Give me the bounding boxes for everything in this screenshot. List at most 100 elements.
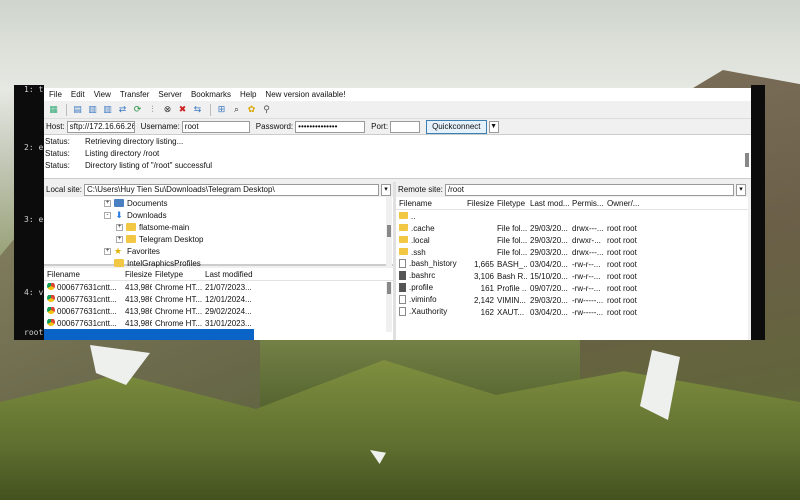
toggle-remote-tree-icon[interactable]: ▥ bbox=[101, 103, 114, 116]
remote-file-list[interactable]: Filename Filesize Filetype Last mod... P… bbox=[396, 197, 748, 340]
password-input[interactable]: •••••••••••••• bbox=[295, 120, 366, 133]
file-icon bbox=[399, 271, 406, 280]
menu-new-version[interactable]: New version available! bbox=[265, 90, 345, 99]
file-modified: 12/01/2024... bbox=[205, 294, 252, 304]
file-modified: 03/04/20... bbox=[530, 307, 568, 317]
port-label: Port: bbox=[371, 122, 389, 131]
file-owner: root root bbox=[607, 223, 637, 233]
expander-icon[interactable]: + bbox=[116, 223, 123, 231]
terminal-line: root bbox=[24, 328, 44, 337]
menu-bookmarks[interactable]: Bookmarks bbox=[191, 90, 231, 99]
column-filename[interactable]: Filename bbox=[44, 270, 122, 279]
local-path-dropdown-icon[interactable]: ▾ bbox=[381, 183, 391, 196]
expander-icon[interactable]: + bbox=[116, 235, 123, 243]
column-permissions[interactable]: Permis... bbox=[569, 199, 604, 208]
remote-file-row[interactable]: .ssh File fol... 29/03/20... drwx---... root… bbox=[396, 246, 748, 258]
expander-icon[interactable]: - bbox=[104, 211, 111, 219]
tree-scroll-thumb[interactable] bbox=[387, 225, 391, 237]
compare-icon[interactable]: ⌕ bbox=[230, 103, 243, 116]
menu-file[interactable]: File bbox=[49, 90, 62, 99]
port-input[interactable] bbox=[390, 120, 421, 133]
remote-path-input[interactable]: /root bbox=[444, 183, 734, 196]
log-text: Retrieving directory listing... bbox=[85, 137, 184, 146]
search-icon[interactable]: ⚲ bbox=[260, 103, 273, 116]
message-log[interactable]: Status: Retrieving directory listing... … bbox=[44, 135, 751, 179]
column-filetype[interactable]: Filetype bbox=[494, 199, 527, 208]
local-file-row[interactable]: 000677631cntt... 413,986 Chrome HT... 31… bbox=[44, 317, 393, 329]
column-filesize[interactable]: Filesize bbox=[464, 199, 494, 208]
expander-icon[interactable]: + bbox=[104, 247, 111, 255]
local-file-row[interactable]: 000677631cntt... 413,986 Chrome HT... 12… bbox=[44, 293, 393, 305]
username-input[interactable]: root bbox=[181, 120, 250, 133]
local-path-input[interactable]: C:\Users\Huy Tien Su\Downloads\Telegram … bbox=[84, 183, 379, 196]
folder-icon bbox=[399, 211, 408, 220]
quickconnect-button[interactable]: Quickconnect bbox=[426, 119, 487, 134]
local-list-scrollbar[interactable] bbox=[386, 282, 392, 332]
column-filesize[interactable]: Filesize bbox=[122, 270, 152, 279]
toggle-tree-icon[interactable]: ▥ bbox=[86, 103, 99, 116]
column-last-modified[interactable]: Last modified bbox=[202, 270, 262, 279]
refresh-icon[interactable]: ⟳ bbox=[131, 103, 144, 116]
file-modified: 31/01/2023... bbox=[205, 318, 252, 328]
tree-item-downloads[interactable]: - ⬇ Downloads bbox=[104, 209, 167, 221]
file-type: Chrome HT... bbox=[155, 294, 202, 304]
column-last-modified[interactable]: Last mod... bbox=[527, 199, 569, 208]
file-icon bbox=[399, 295, 406, 304]
reconnect-icon[interactable]: ⇆ bbox=[191, 103, 204, 116]
local-list-scroll-thumb[interactable] bbox=[387, 282, 391, 294]
remote-file-row[interactable]: .bashrc 3,106 Bash R... 15/10/20... -rw-r--.… bbox=[396, 270, 748, 282]
folder-icon bbox=[114, 199, 124, 207]
process-queue-icon[interactable]: ⫶ bbox=[146, 103, 159, 116]
file-owner: root root bbox=[607, 283, 637, 293]
menu-view[interactable]: View bbox=[94, 90, 111, 99]
tree-item-label: flatsome-main bbox=[139, 222, 190, 232]
remote-path-dropdown-icon[interactable]: ▾ bbox=[736, 183, 746, 196]
tree-item-documents[interactable]: + Documents bbox=[104, 197, 167, 209]
toggle-log-icon[interactable]: ▤ bbox=[71, 103, 84, 116]
tree-item-flatsome-main[interactable]: + flatsome-main bbox=[116, 221, 189, 233]
file-owner: root root bbox=[607, 235, 637, 245]
quickconnect-bar: Host: sftp://172.16.66.26 Username: root… bbox=[44, 119, 751, 135]
tree-item-favorites[interactable]: + ★ Favorites bbox=[104, 245, 160, 257]
site-manager-icon[interactable]: ▦ bbox=[47, 103, 60, 116]
file-size: 413,986 bbox=[125, 318, 152, 328]
terminal-line: 4: v bbox=[24, 288, 44, 297]
tree-item-telegram-desktop[interactable]: + Telegram Desktop bbox=[116, 233, 203, 245]
file-modified: 03/04/20... bbox=[530, 259, 568, 269]
terminal-window[interactable]: 1: t 2: e 3: e 4: v root bbox=[14, 85, 44, 340]
quickconnect-dropdown-icon[interactable]: ▼ bbox=[488, 120, 499, 133]
remote-file-row[interactable]: .profile 161 Profile ... 09/07/20... -rw-r--… bbox=[396, 282, 748, 294]
remote-file-row[interactable]: .. bbox=[396, 210, 748, 222]
filter-icon[interactable]: ⊞ bbox=[215, 103, 228, 116]
toggle-queue-icon[interactable]: ⇄ bbox=[116, 103, 129, 116]
log-row: Status: Listing directory /root bbox=[45, 149, 751, 161]
local-file-row[interactable]: 000677631cntt... 413,986 Chrome HT... 29… bbox=[44, 305, 393, 317]
local-tree[interactable]: + Documents - ⬇ Downloads + flatsome-mai… bbox=[44, 197, 393, 268]
local-file-row[interactable]: 000677631cntt... 413,986 Chrome HT... 21… bbox=[44, 281, 393, 293]
menu-transfer[interactable]: Transfer bbox=[120, 90, 150, 99]
column-filetype[interactable]: Filetype bbox=[152, 270, 202, 279]
log-scrollbar[interactable] bbox=[745, 153, 749, 167]
file-modified: 29/03/20... bbox=[530, 235, 568, 245]
menu-server[interactable]: Server bbox=[158, 90, 182, 99]
host-input[interactable]: sftp://172.16.66.26 bbox=[66, 120, 135, 133]
remote-file-row[interactable]: .cache File fol... 29/03/20... drwx---... ro… bbox=[396, 222, 748, 234]
remote-file-row[interactable]: .Xauthority 162 XAUT... 03/04/20... -rw-----… bbox=[396, 306, 748, 318]
cancel-icon[interactable]: ⊗ bbox=[161, 103, 174, 116]
remote-file-row[interactable]: .local File fol... 29/03/20... drwxr-... roo… bbox=[396, 234, 748, 246]
disconnect-icon[interactable]: ✖ bbox=[176, 103, 189, 116]
file-type: BASH_... bbox=[497, 259, 527, 269]
menu-help[interactable]: Help bbox=[240, 90, 256, 99]
remote-file-row[interactable]: .viminfo 2,142 VIMIN... 29/03/20... -rw-----… bbox=[396, 294, 748, 306]
file-name: 000677631cntt... bbox=[57, 318, 117, 328]
column-filename[interactable]: Filename bbox=[396, 199, 464, 208]
local-file-list[interactable]: Filename Filesize Filetype Last modified… bbox=[44, 268, 393, 340]
expander-icon[interactable]: + bbox=[104, 199, 111, 207]
remote-file-row[interactable]: .bash_history 1,665 BASH_... 03/04/20... -rw… bbox=[396, 258, 748, 270]
menu-edit[interactable]: Edit bbox=[71, 90, 85, 99]
sync-browse-icon[interactable]: ✿ bbox=[245, 103, 258, 116]
tree-scrollbar[interactable] bbox=[386, 197, 392, 266]
local-file-row-selected[interactable] bbox=[44, 329, 254, 340]
file-modified: 29/03/20... bbox=[530, 295, 568, 305]
column-owner[interactable]: Owner/... bbox=[604, 199, 644, 208]
